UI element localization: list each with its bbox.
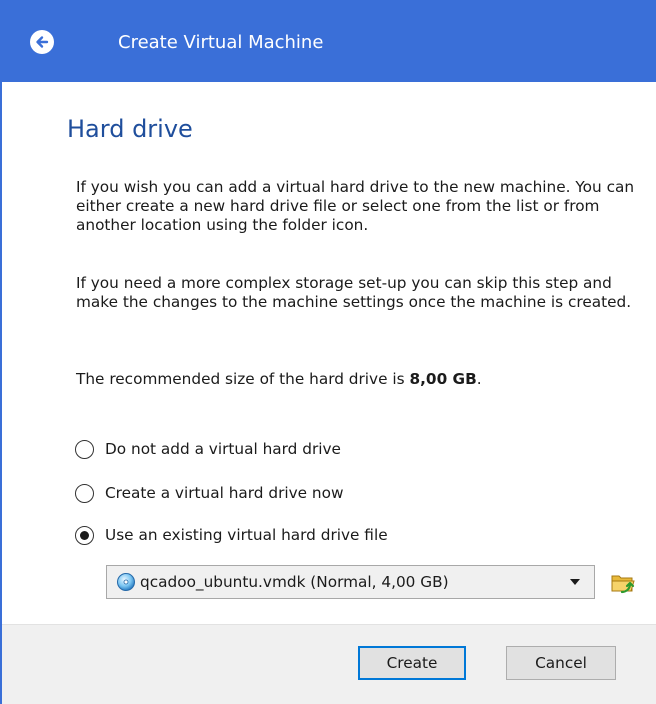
hard-drive-select-value: qcadoo_ubuntu.vmdk (Normal, 4,00 GB) [140,573,449,591]
window-title: Create Virtual Machine [118,32,324,53]
radio-existing-hard-drive[interactable]: Use an existing virtual hard drive file [75,523,388,547]
intro-paragraph: If you wish you can add a virtual hard d… [76,178,635,234]
recommended-size-value: 8,00 GB [409,370,477,388]
recommended-prefix: The recommended size of the hard drive i… [76,370,410,388]
hard-drive-select[interactable]: qcadoo_ubuntu.vmdk (Normal, 4,00 GB) [106,565,595,599]
radio-button[interactable] [75,525,94,545]
back-button[interactable] [30,30,54,54]
title-bar: Create Virtual Machine [2,0,656,82]
radio-label: Use an existing virtual hard drive file [105,526,388,544]
radio-button[interactable] [75,439,94,459]
create-button[interactable]: Create [358,646,466,680]
storage-paragraph: If you need a more complex storage set-u… [76,274,632,311]
choose-disk-file-button[interactable] [608,569,638,597]
dialog-footer: Create Cancel [2,624,656,704]
radio-no-hard-drive[interactable]: Do not add a virtual hard drive [75,437,341,461]
radio-button[interactable] [75,483,94,503]
radio-label: Create a virtual hard drive now [105,484,344,502]
recommended-size-text: The recommended size of the hard drive i… [76,370,652,389]
radio-label: Do not add a virtual hard drive [105,440,341,458]
chevron-down-icon [570,579,580,585]
back-arrow-icon [36,36,49,48]
folder-icon [611,575,635,594]
page-title: Hard drive [67,115,193,143]
recommended-suffix: . [476,370,482,388]
dialog-window: Create Virtual Machine Hard drive If you… [0,0,656,704]
disk-icon [117,573,135,591]
cancel-button[interactable]: Cancel [506,646,616,680]
radio-selected-dot [80,530,89,540]
radio-create-hard-drive[interactable]: Create a virtual hard drive now [75,481,344,505]
